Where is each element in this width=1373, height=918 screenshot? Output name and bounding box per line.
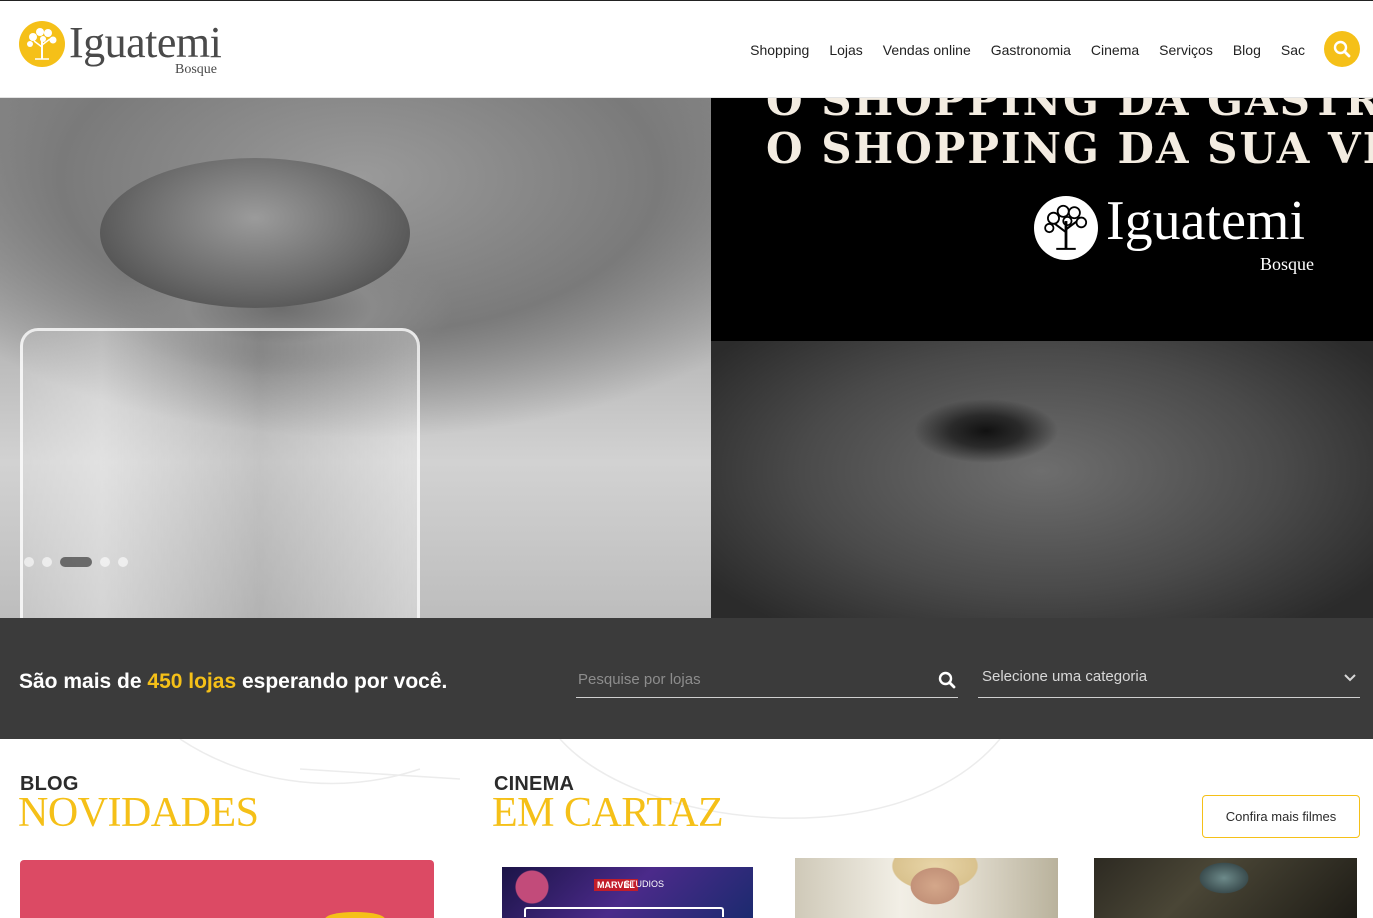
blog-title: NOVIDADES bbox=[18, 790, 259, 836]
nav-lojas[interactable]: Lojas bbox=[829, 39, 862, 61]
category-select-value: Selecione uma categoria bbox=[982, 668, 1148, 685]
store-search-field bbox=[576, 664, 958, 698]
hero-lips-graphic bbox=[100, 158, 410, 308]
tree-logo-icon bbox=[1034, 196, 1098, 260]
movie-card-2[interactable] bbox=[795, 858, 1058, 918]
stores-text-after: esperando por você. bbox=[236, 670, 448, 693]
site-logo[interactable]: Iguatemi Bosque bbox=[19, 18, 229, 80]
hero-image-right bbox=[711, 341, 1373, 618]
nav-sac[interactable]: Sac bbox=[1281, 39, 1305, 61]
movie-poster-brand-sub: STUDIOS bbox=[624, 879, 665, 889]
nav-shopping[interactable]: Shopping bbox=[750, 39, 809, 61]
store-search-input[interactable] bbox=[576, 664, 916, 694]
movie-poster-frame bbox=[524, 907, 724, 917]
cinema-title: EM CARTAZ bbox=[492, 790, 724, 836]
blog-card[interactable] bbox=[20, 860, 434, 918]
search-icon bbox=[1333, 40, 1351, 58]
logo-wordmark: Iguatemi bbox=[69, 18, 222, 67]
nav-vendas-online[interactable]: Vendas online bbox=[883, 39, 971, 61]
carousel-dot-5[interactable] bbox=[118, 557, 128, 567]
category-select[interactable]: Selecione uma categoria bbox=[978, 664, 1360, 698]
hero-headline-2: O SHOPPING DA SUA VIDA bbox=[766, 124, 1373, 173]
hero-logo-subtitle: Bosque bbox=[1260, 254, 1314, 274]
carousel-dot-4[interactable] bbox=[100, 557, 110, 567]
nav-cinema[interactable]: Cinema bbox=[1091, 39, 1139, 61]
hero-logo: Iguatemi Bosque bbox=[1034, 190, 1334, 286]
chevron-down-icon bbox=[1344, 674, 1356, 682]
nav-gastronomia[interactable]: Gastronomia bbox=[991, 39, 1071, 61]
hero-panel-right bbox=[711, 98, 1373, 618]
more-movies-button[interactable]: Confira mais filmes bbox=[1202, 795, 1360, 838]
main-nav: Shopping Lojas Vendas online Gastronomia… bbox=[730, 39, 1305, 61]
hero-headline-1: O SHOPPING DA GASTRONOMIA bbox=[766, 98, 1373, 125]
logo-subtitle: Bosque bbox=[175, 62, 217, 77]
movie-card-1[interactable]: MARVEL STUDIOS bbox=[494, 858, 758, 918]
tree-logo-icon bbox=[19, 21, 65, 67]
hero-logo-wordmark: Iguatemi bbox=[1106, 190, 1306, 252]
search-icon[interactable] bbox=[938, 671, 956, 689]
stores-count-highlight: 450 lojas bbox=[147, 670, 237, 693]
site-header: Iguatemi Bosque Shopping Lojas Vendas on… bbox=[0, 1, 1373, 98]
carousel-dot-3-active[interactable] bbox=[60, 557, 92, 567]
blog-card-graphic bbox=[325, 912, 385, 918]
nav-servicos[interactable]: Serviços bbox=[1159, 39, 1213, 61]
hero-image-left bbox=[0, 98, 711, 618]
content-sections: BLOG NOVIDADES CINEMA EM CARTAZ Confira … bbox=[0, 739, 1373, 918]
hero-carousel[interactable]: O SHOPPING DA GASTRONOMIA O SHOPPING DA … bbox=[0, 98, 1373, 618]
stores-text-before: São mais de bbox=[19, 670, 148, 693]
hero-glass-graphic bbox=[20, 328, 420, 618]
movie-card-3[interactable] bbox=[1094, 858, 1357, 918]
stores-search-band: São mais de 450 lojas esperando por você… bbox=[0, 618, 1373, 739]
carousel-dots bbox=[24, 557, 136, 567]
stores-headline: São mais de 450 lojas esperando por você… bbox=[19, 670, 447, 694]
header-search-button[interactable] bbox=[1324, 31, 1360, 67]
carousel-dot-1[interactable] bbox=[24, 557, 34, 567]
nav-blog[interactable]: Blog bbox=[1233, 39, 1261, 61]
carousel-dot-2[interactable] bbox=[42, 557, 52, 567]
